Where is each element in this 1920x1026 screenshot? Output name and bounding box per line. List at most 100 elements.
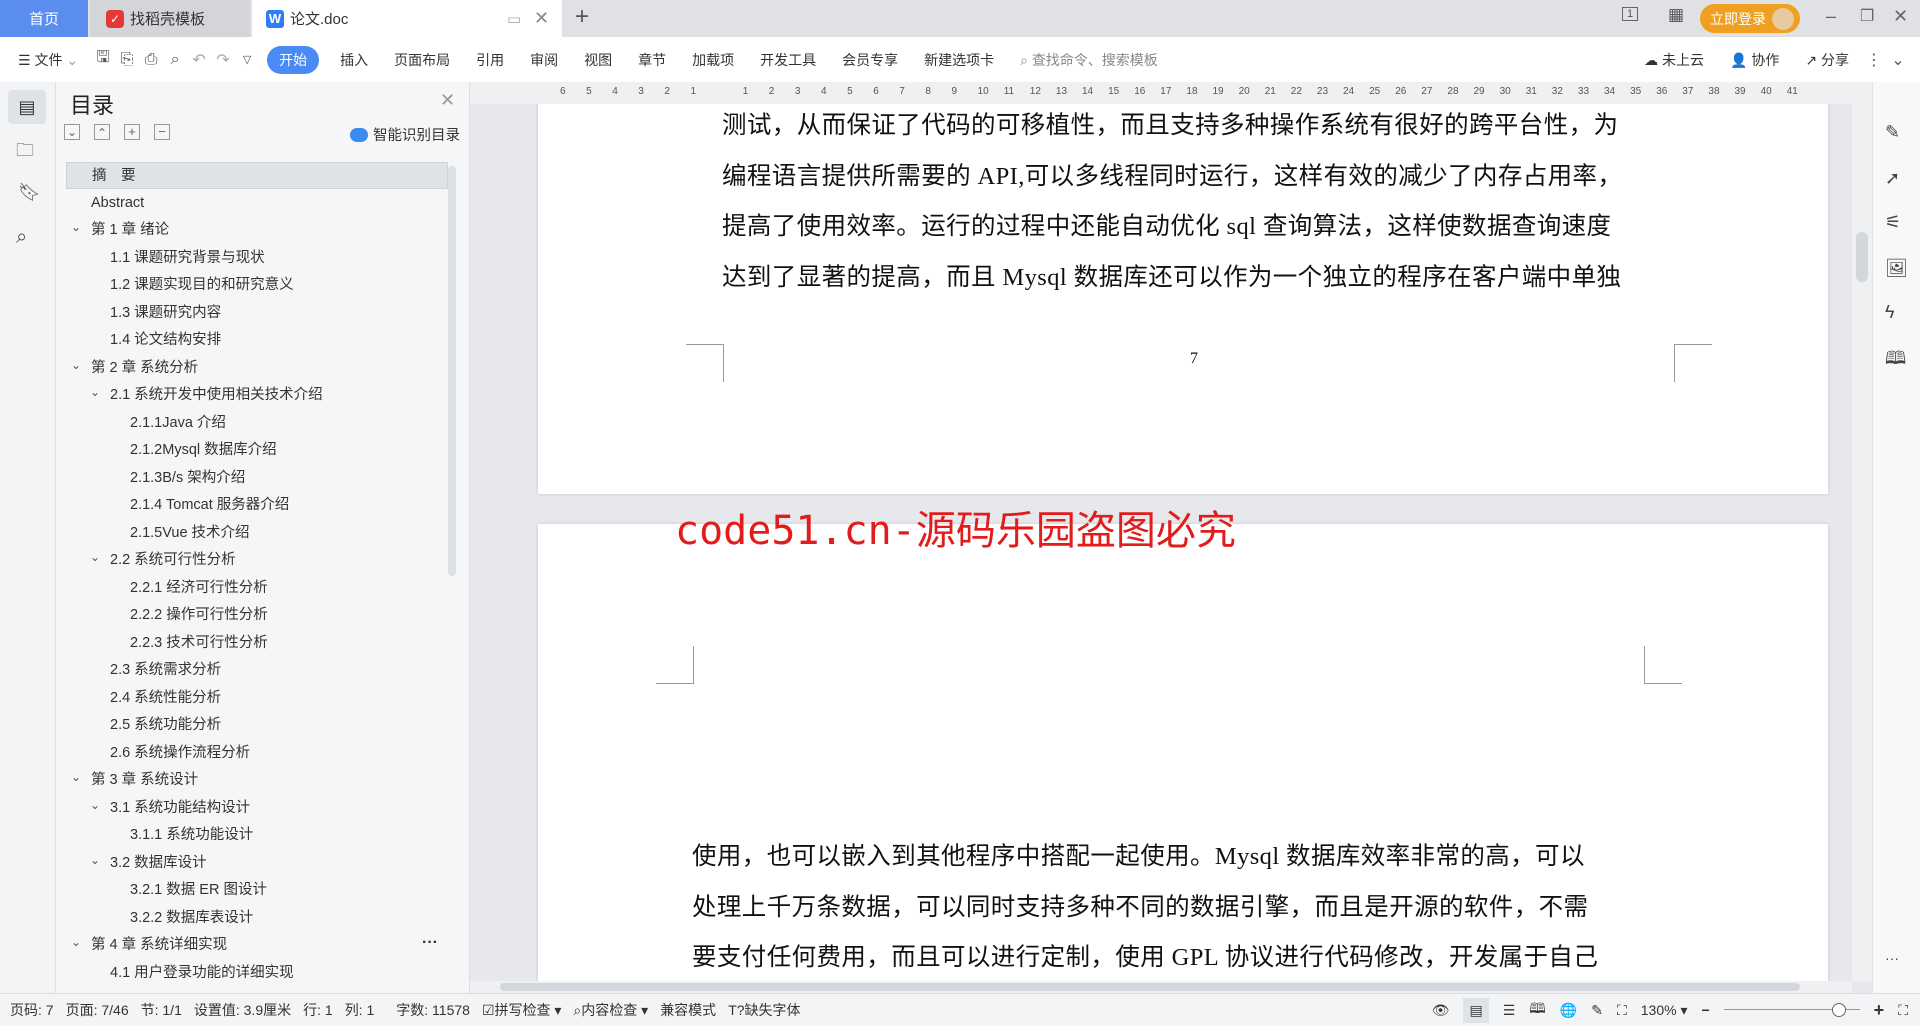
add-level-icon[interactable]: + [124, 124, 140, 140]
image-icon[interactable]: 🖼︎ [1885, 258, 1908, 279]
ribbon-tab[interactable]: 开始 [267, 45, 320, 74]
toc-item[interactable]: 2.2.2 操作可行性分析 [66, 602, 448, 629]
more-dropdown-icon[interactable]: ▽ [235, 53, 259, 66]
more-vertical-icon[interactable]: ⋮ [1862, 50, 1886, 70]
grid-icon[interactable]: ▦ [1668, 5, 1684, 25]
toc-item[interactable]: 3.2.1 数据 ER 图设计 [66, 877, 448, 904]
toc-item[interactable]: 4.1 用户登录功能的详细实现 [66, 960, 448, 987]
outline-view-icon[interactable]: ☰ [1503, 1002, 1516, 1019]
collapse-ribbon-icon[interactable]: ⌄ [1886, 50, 1910, 70]
ribbon-tab[interactable]: 会员专享 [829, 50, 911, 70]
fit-page-icon[interactable]: ⛶ [1617, 1002, 1627, 1019]
close-panel-icon[interactable]: ✕ [440, 90, 455, 111]
toc-item[interactable]: 2.3 系统需求分析 [66, 657, 448, 684]
ribbon-tab[interactable]: 章节 [625, 50, 679, 70]
toc-item[interactable]: 2.1.5Vue 技术介绍 [66, 520, 448, 547]
restore-icon[interactable]: ❐ [1860, 6, 1874, 26]
chevron-down-icon[interactable]: ⌄ [90, 379, 100, 406]
close-tab-icon[interactable]: ✕ [534, 8, 549, 29]
web-view-icon[interactable]: 🌐 [1560, 1002, 1577, 1019]
chevron-down-icon[interactable]: ⌄ [71, 352, 81, 379]
toc-item[interactable]: ⌄ 2.1 系统开发中使用相关技术介绍 [66, 382, 448, 409]
pen-icon[interactable]: ✎ [1885, 122, 1900, 143]
chevron-down-icon[interactable]: ⌄ [90, 544, 100, 571]
chevron-down-icon[interactable]: ⌄ [71, 214, 81, 241]
toc-item[interactable]: 1.2 课题实现目的和研究意义 [66, 272, 448, 299]
ribbon-tab[interactable]: 开发工具 [747, 50, 829, 70]
toc-item[interactable]: 3.1.1 系统功能设计 [66, 822, 448, 849]
toc-scrollbar[interactable] [448, 166, 456, 576]
toc-icon[interactable]: ▤ [8, 90, 46, 124]
toc-item[interactable]: 2.1.1Java 介绍 [66, 410, 448, 437]
close-window-icon[interactable]: ✕ [1893, 6, 1908, 27]
toc-item[interactable]: ⌄ 3.2 数据库设计 [66, 850, 448, 877]
print-icon[interactable]: ⎙ [139, 51, 163, 69]
toc-item[interactable]: 2.4 系统性能分析 [66, 685, 448, 712]
toc-item[interactable]: 1.1 课题研究背景与现状 [66, 245, 448, 272]
toc-item[interactable]: 2.2.3 技术可行性分析 [66, 630, 448, 657]
ribbon-tab[interactable]: 引用 [463, 50, 517, 70]
toc-item[interactable]: 3.2.2 数据库表设计 [66, 905, 448, 932]
chevron-down-icon[interactable]: ⌄ [90, 792, 100, 819]
collab-button[interactable]: 👤 协作 [1717, 50, 1792, 70]
zoom-dropdown[interactable]: 130% ▾ [1641, 1002, 1688, 1019]
tab-home[interactable]: 首页 [0, 0, 88, 37]
chevron-down-icon[interactable]: ⌄ [71, 764, 81, 791]
toc-item[interactable]: 2.1.4 Tomcat 服务器介绍 [66, 492, 448, 519]
toc-item[interactable]: 2.5 系统功能分析 [66, 712, 448, 739]
toc-item[interactable]: ⌄ 2.2 系统可行性分析 [66, 547, 448, 574]
save-icon[interactable]: 🖫 [91, 46, 115, 73]
zoom-out-icon[interactable]: − [1701, 1002, 1709, 1018]
content-check-button[interactable]: ⌕内容检查 ▾ [567, 1000, 654, 1020]
toc-item[interactable]: 2.1.3B/s 架构介绍 [66, 465, 448, 492]
lightning-icon[interactable]: ϟ [1885, 302, 1895, 323]
folder-icon[interactable]: 🗀 [16, 138, 34, 168]
layout-icon[interactable]: 1 [1622, 7, 1639, 21]
chevron-down-icon[interactable]: ⌄ [90, 847, 100, 874]
tab-document[interactable]: W 论文.doc ▭ ✕ [252, 0, 562, 37]
toc-item[interactable]: ⌄ 第 1 章 绪论 [66, 217, 448, 244]
reading-view-icon[interactable]: 🕮 [1529, 998, 1546, 1022]
horizontal-scrollbar[interactable] [470, 981, 1852, 993]
search-commands[interactable]: ⌕ 查找命令、搜索模板 [1007, 50, 1171, 70]
write-view-icon[interactable]: ✎ [1591, 1002, 1603, 1019]
scroll-thumb[interactable] [1856, 232, 1868, 282]
ribbon-tab[interactable]: 插入 [327, 50, 381, 70]
horizontal-ruler[interactable]: 6 5 4 3 2 1 1 2 3 4 5 6 7 8 9 10 11 12 13 14 15 16 17 18 19 20 21 2… [470, 82, 1852, 104]
toc-item[interactable]: 摘 要 [66, 162, 448, 189]
remove-level-icon[interactable]: − [154, 124, 170, 140]
ribbon-tab[interactable]: 新建选项卡 [911, 50, 1007, 70]
export-icon[interactable]: ⎘ [115, 51, 139, 69]
page-view-icon[interactable]: ▤ [1463, 997, 1489, 1023]
more-icon[interactable]: ··· [1885, 950, 1899, 966]
zoom-slider-handle[interactable] [1831, 1003, 1846, 1017]
share-button[interactable]: ↗ 分享 [1792, 50, 1862, 70]
toc-item[interactable]: 1.4 论文结构安排 [66, 327, 448, 354]
spell-check-button[interactable]: ☑拼写检查 ▾ [476, 1000, 567, 1020]
ribbon-tab[interactable]: 视图 [571, 50, 625, 70]
ribbon-tab[interactable]: 页面布局 [381, 50, 463, 70]
sliders-icon[interactable]: ⚟ [1885, 212, 1901, 233]
login-button[interactable]: 立即登录 [1700, 4, 1800, 33]
bookmark-icon[interactable]: 🔖︎ [18, 182, 41, 203]
zoom-in-icon[interactable]: + [1874, 1000, 1885, 1021]
ribbon-tab[interactable]: 加载项 [679, 50, 747, 70]
redo-icon[interactable]: ↷ [211, 50, 235, 70]
chevron-down-icon[interactable]: ⌄ [71, 929, 81, 956]
toc-item[interactable]: 2.1.2Mysql 数据库介绍 [66, 437, 448, 464]
toc-item[interactable]: 1.3 课题研究内容 [66, 300, 448, 327]
file-menu[interactable]: ☰ 文件 ⌄ [0, 50, 91, 70]
word-count[interactable]: 字数: 11578 [380, 1000, 476, 1020]
cloud-button[interactable]: ☁ 未上云 [1631, 50, 1717, 70]
print-preview-icon[interactable]: ⌕ [163, 51, 187, 69]
plus-icon[interactable]: + [575, 3, 589, 31]
collapse-icon[interactable]: ⌃ [94, 124, 110, 140]
more-icon[interactable]: ··· [422, 934, 438, 952]
smart-toc-button[interactable]: 智能识别目录 [350, 124, 460, 145]
undo-icon[interactable]: ↶ [187, 50, 211, 70]
toc-item[interactable]: 2.6 系统操作流程分析 [66, 740, 448, 767]
scroll-thumb[interactable] [500, 983, 1800, 991]
toc-item[interactable]: 2.2.1 经济可行性分析 [66, 575, 448, 602]
pin-icon[interactable]: ▭ [507, 10, 521, 28]
page-count[interactable]: 页面: 7/46 [60, 1000, 135, 1020]
